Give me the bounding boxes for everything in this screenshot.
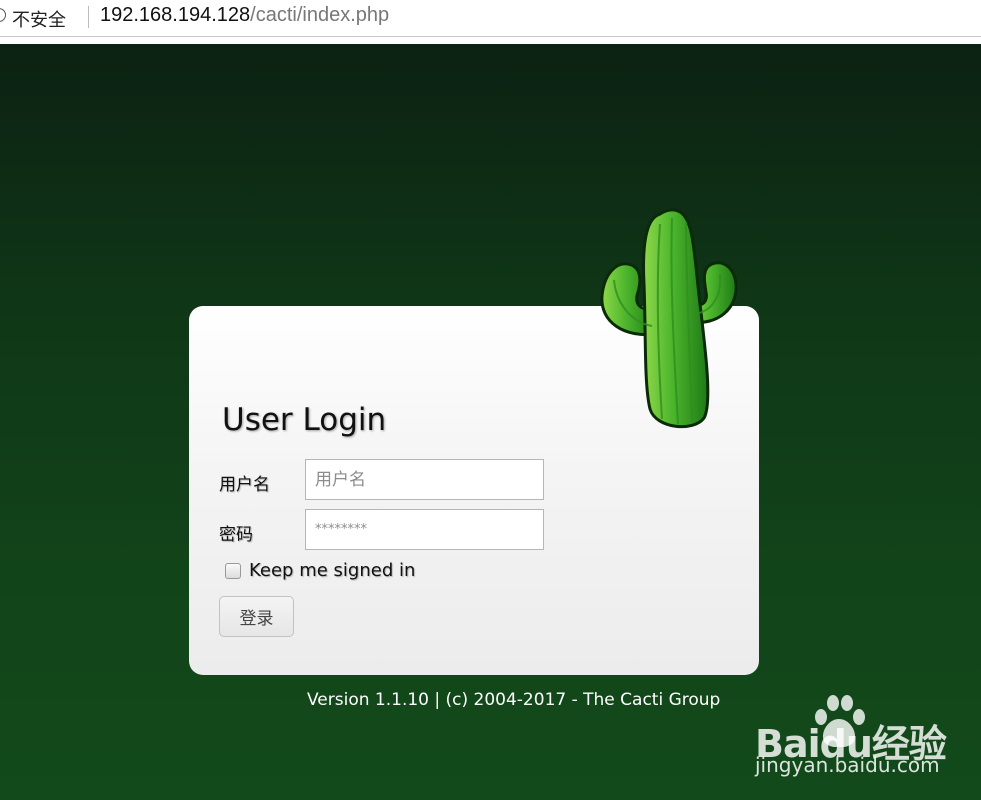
cactus-icon (600, 208, 738, 429)
browser-address-bar: 不安全 192.168.194.128/cacti/index.php (0, 0, 981, 37)
keep-signed-in-checkbox[interactable] (225, 563, 241, 579)
password-label: 密码 (219, 525, 253, 545)
username-input[interactable] (305, 459, 544, 500)
password-input[interactable] (305, 509, 544, 550)
url-path: /cacti/index.php (250, 4, 390, 26)
username-label: 用户名 (219, 475, 270, 495)
keep-signed-in-label[interactable]: Keep me signed in (249, 560, 415, 581)
page-top-strip (0, 37, 981, 44)
info-icon[interactable] (0, 8, 6, 22)
address-bar-divider (88, 6, 89, 28)
login-button[interactable]: 登录 (219, 596, 294, 637)
url-field[interactable]: 192.168.194.128/cacti/index.php (100, 4, 389, 27)
version-footer: Version 1.1.10 | (c) 2004-2017 - The Cac… (307, 690, 721, 710)
url-host: 192.168.194.128 (100, 4, 251, 26)
security-status[interactable]: 不安全 (12, 6, 66, 32)
login-title: User Login (222, 402, 387, 438)
baidu-watermark: Baidu经验 jingyan.baidu.com (755, 693, 955, 783)
watermark-site: jingyan.baidu.com (755, 753, 940, 777)
